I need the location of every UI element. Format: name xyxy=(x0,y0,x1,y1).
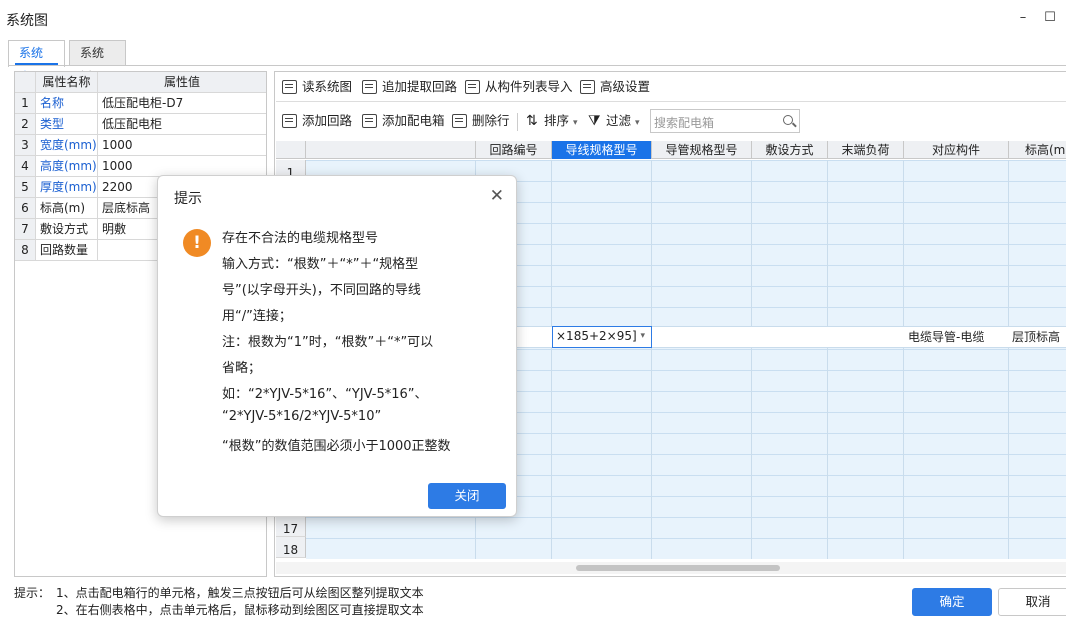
dialog-message-line: “2*YJV-5*16/2*YJV-5*10” xyxy=(222,409,382,424)
dialog-title: 提示 xyxy=(174,191,202,207)
col-loop-number[interactable]: 回路编号 xyxy=(476,141,552,159)
col-conduit-spec[interactable]: 导管规格型号 xyxy=(652,141,752,159)
warning-icon: ! xyxy=(183,229,211,257)
minimize-icon[interactable]: – xyxy=(1012,8,1034,28)
component-cell[interactable]: 电缆导管-电缆 xyxy=(908,326,984,348)
tab-system-table[interactable]: 系统表 xyxy=(8,40,65,84)
wire-spec-cell-editor[interactable]: ×185+2×95] ▾ xyxy=(552,326,652,348)
list-icon xyxy=(465,80,480,94)
delete-row-button[interactable]: 删除行 xyxy=(450,107,510,135)
property-row[interactable]: 2 类型 低压配电柜 xyxy=(15,114,266,135)
col-component[interactable]: 对应构件 xyxy=(904,141,1009,159)
dialog-message-line: 如：“2*YJV-5*16”、“YJV-5*16”、 xyxy=(222,387,428,402)
row-number[interactable]: 17 xyxy=(276,516,306,537)
chevron-down-icon: ▾ xyxy=(573,118,578,128)
close-icon[interactable]: ✕ xyxy=(490,186,504,206)
filter-icon: ⧩ xyxy=(588,113,601,129)
dialog-message-line: 注：根数为“1”时，“根数”＋“*”可以 xyxy=(222,335,434,350)
toolbar-divider xyxy=(276,101,1066,102)
add-distribution-box-button[interactable]: 添加配电箱 xyxy=(360,107,445,135)
filter-button[interactable]: ⧩ 过滤 ▾ xyxy=(584,107,640,135)
property-name-header: 属性名称 xyxy=(36,72,98,92)
warning-dialog: 提示 ✕ ! 存在不合法的电缆规格型号 输入方式：“根数”＋“*”＋“规格型 号… xyxy=(157,175,517,517)
append-loop-icon xyxy=(362,80,377,94)
read-diagram-icon xyxy=(282,80,297,94)
add-loop-button[interactable]: 添加回路 xyxy=(280,107,352,135)
property-row[interactable]: 3 宽度(mm) 1000 xyxy=(15,135,266,156)
property-value-header: 属性值 xyxy=(98,72,266,92)
add-loop-icon xyxy=(282,114,297,128)
elevation-cell[interactable]: 层顶标高 xyxy=(1012,326,1060,348)
property-row[interactable]: 1 名称 低压配电柜-D7 xyxy=(15,93,266,114)
append-loop-button[interactable]: 追加提取回路 xyxy=(360,73,457,101)
hint-text: 提示： 1、点击配电箱行的单元格，触发三点按钮后可从绘图区整列提取文本 2、在右侧… xyxy=(14,586,424,617)
col-end-load[interactable]: 末端负荷 xyxy=(828,141,904,159)
scrollbar-thumb[interactable] xyxy=(576,565,780,571)
col-laying-method[interactable]: 敷设方式 xyxy=(752,141,828,159)
search-icon[interactable] xyxy=(783,115,793,125)
chevron-down-icon: ▾ xyxy=(635,118,640,128)
col-elevation[interactable]: 标高(m) xyxy=(1009,141,1066,159)
dialog-message-line: 省略； xyxy=(222,361,262,376)
chevron-down-icon[interactable]: ▾ xyxy=(640,327,645,346)
delete-row-icon xyxy=(452,114,467,128)
read-diagram-button[interactable]: 读系统图 xyxy=(280,73,352,101)
dialog-message-line: 存在不合法的电缆规格型号 xyxy=(222,231,379,246)
dialog-message-line: “根数”的数值范围必须小于1000正整数 xyxy=(222,439,451,454)
dialog-message-line: 号”(以字母开头)，不同回路的导线 xyxy=(222,283,421,298)
advanced-settings-button[interactable]: 高级设置 xyxy=(578,73,650,101)
cancel-button[interactable]: 取消 xyxy=(998,588,1066,616)
tab-system-tree[interactable]: 系统树 xyxy=(69,40,126,84)
toolbar-separator xyxy=(517,113,518,131)
tab-divider xyxy=(8,65,1066,66)
maximize-icon[interactable]: ☐ xyxy=(1039,8,1061,28)
settings-icon xyxy=(580,80,595,94)
sort-button[interactable]: ⇅ 排序 ▾ xyxy=(522,107,578,135)
col-wire-spec[interactable]: 导线规格型号 xyxy=(552,141,652,159)
ok-button[interactable]: 确定 xyxy=(912,588,992,616)
dialog-message-line: 用“/”连接； xyxy=(222,309,292,324)
horizontal-scrollbar[interactable] xyxy=(276,562,1066,574)
dialog-message-line: 输入方式：“根数”＋“*”＋“规格型 xyxy=(222,257,419,272)
search-distribution-box-input[interactable]: 搜索配电箱 xyxy=(650,109,800,133)
window-title: 系统图 xyxy=(6,13,48,29)
import-from-list-button[interactable]: 从构件列表导入 xyxy=(463,73,573,101)
grid-header: 回路编号 导线规格型号 导管规格型号 敷设方式 末端负荷 对应构件 标高(m) xyxy=(276,141,1066,159)
add-box-icon xyxy=(362,114,377,128)
system-diagram-window: 系统图 – ☐ 系统表 系统树 属性名称 属性值 1 名称 低压配电柜-D7 2… xyxy=(0,0,1066,626)
sort-icon: ⇅ xyxy=(526,113,538,129)
row-number[interactable]: 18 xyxy=(276,537,306,558)
dialog-close-button[interactable]: 关闭 xyxy=(428,483,506,509)
property-row[interactable]: 4 高度(mm) 1000 xyxy=(15,156,266,177)
toolbar-top: 读系统图 追加提取回路 从构件列表导入 高级设置 xyxy=(276,73,1066,101)
property-header-row: 属性名称 属性值 xyxy=(15,72,266,93)
title-bar: 系统图 – ☐ xyxy=(0,0,1066,36)
